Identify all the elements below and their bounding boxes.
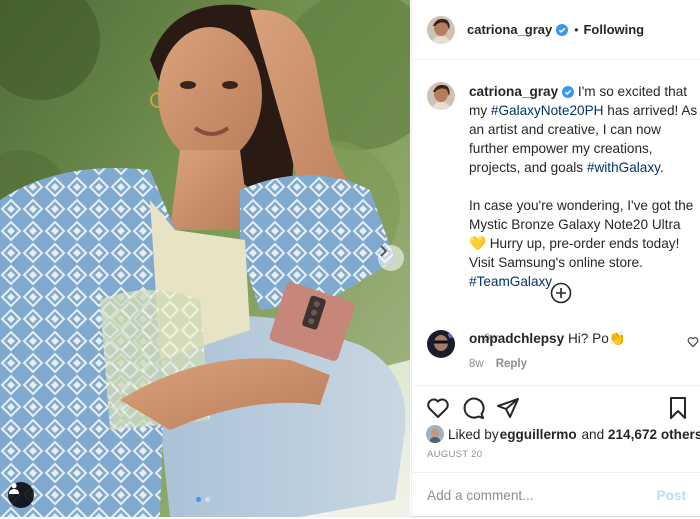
like-comment-heart-icon[interactable] <box>687 336 699 348</box>
post-details-pane: catriona_gray • Following catriona_gray … <box>411 0 700 517</box>
reply-button[interactable]: Reply <box>496 358 527 370</box>
post-comment-button[interactable]: Post <box>657 488 686 503</box>
comment-meta: 8w Reply <box>469 358 527 370</box>
profile-photo <box>427 15 455 44</box>
post-photo[interactable] <box>0 0 410 517</box>
caption-part-3: . <box>659 160 664 175</box>
post-actions: Liked by egguillermo and 214,672 others … <box>412 385 700 517</box>
commenter-username[interactable]: ompadchlepsy <box>469 331 564 346</box>
profile-photo <box>427 82 455 110</box>
hashtag-galaxynote20ph[interactable]: #GalaxyNote20PH <box>491 103 604 118</box>
photo-illustration <box>0 0 410 517</box>
load-more-comments-icon[interactable] <box>550 282 572 304</box>
author-username[interactable]: catriona_gray <box>467 22 552 37</box>
like-heart-icon[interactable] <box>426 396 450 420</box>
tagged-users-button[interactable] <box>8 482 34 508</box>
commenter-avatar[interactable] <box>427 330 455 358</box>
person-icon <box>9 483 19 494</box>
caption-avatar[interactable] <box>427 82 455 110</box>
profile-photo <box>426 425 444 443</box>
following-button[interactable]: Following <box>583 22 644 37</box>
liker-avatar[interactable] <box>426 425 444 443</box>
verified-badge-icon <box>562 86 575 98</box>
liker-username[interactable]: egguillermo <box>500 427 577 442</box>
add-comment-bar: Post <box>412 472 700 518</box>
carousel-dot <box>205 497 210 502</box>
comment-timestamp[interactable]: 8w <box>469 358 484 370</box>
header-separator: • <box>574 22 579 37</box>
carousel-indicator <box>196 497 210 502</box>
comment-body: ompadchlepsy Hi? Po👏 <box>469 331 626 347</box>
action-icons <box>426 396 520 420</box>
likes-count[interactable]: 214,672 others <box>608 427 700 442</box>
hashtag-withgalaxy[interactable]: #withGalaxy <box>587 160 660 175</box>
comment-text: Hi? Po👏 <box>567 331 626 346</box>
caption-part-4: In case you're wondering, I've got the M… <box>469 198 694 270</box>
post-date[interactable]: AUGUST 20 <box>427 449 482 460</box>
profile-photo <box>427 330 455 358</box>
comment-bubble-icon[interactable] <box>461 396 485 420</box>
share-paper-plane-icon[interactable] <box>496 396 520 420</box>
likes-summary: Liked by egguillermo and 214,672 others <box>426 425 700 443</box>
caption-text: catriona_gray I'm so excited that my #Ga… <box>469 82 700 310</box>
chevron-right-icon <box>380 245 388 257</box>
comment-input[interactable] <box>427 488 657 503</box>
author-avatar[interactable] <box>427 15 455 44</box>
likes-prefix: Liked by <box>448 426 499 442</box>
save-bookmark-icon[interactable] <box>666 396 690 420</box>
instagram-post: catriona_gray • Following catriona_gray … <box>0 0 700 517</box>
next-slide-button[interactable] <box>378 245 404 271</box>
carousel-dot-active <box>196 497 201 502</box>
likes-middle: and <box>577 426 608 442</box>
caption-username[interactable]: catriona_gray <box>469 84 558 99</box>
hashtag-teamgalaxy[interactable]: #TeamGalaxy <box>469 274 552 289</box>
post-header: catriona_gray • Following <box>412 0 700 60</box>
verified-badge-icon <box>556 23 569 36</box>
